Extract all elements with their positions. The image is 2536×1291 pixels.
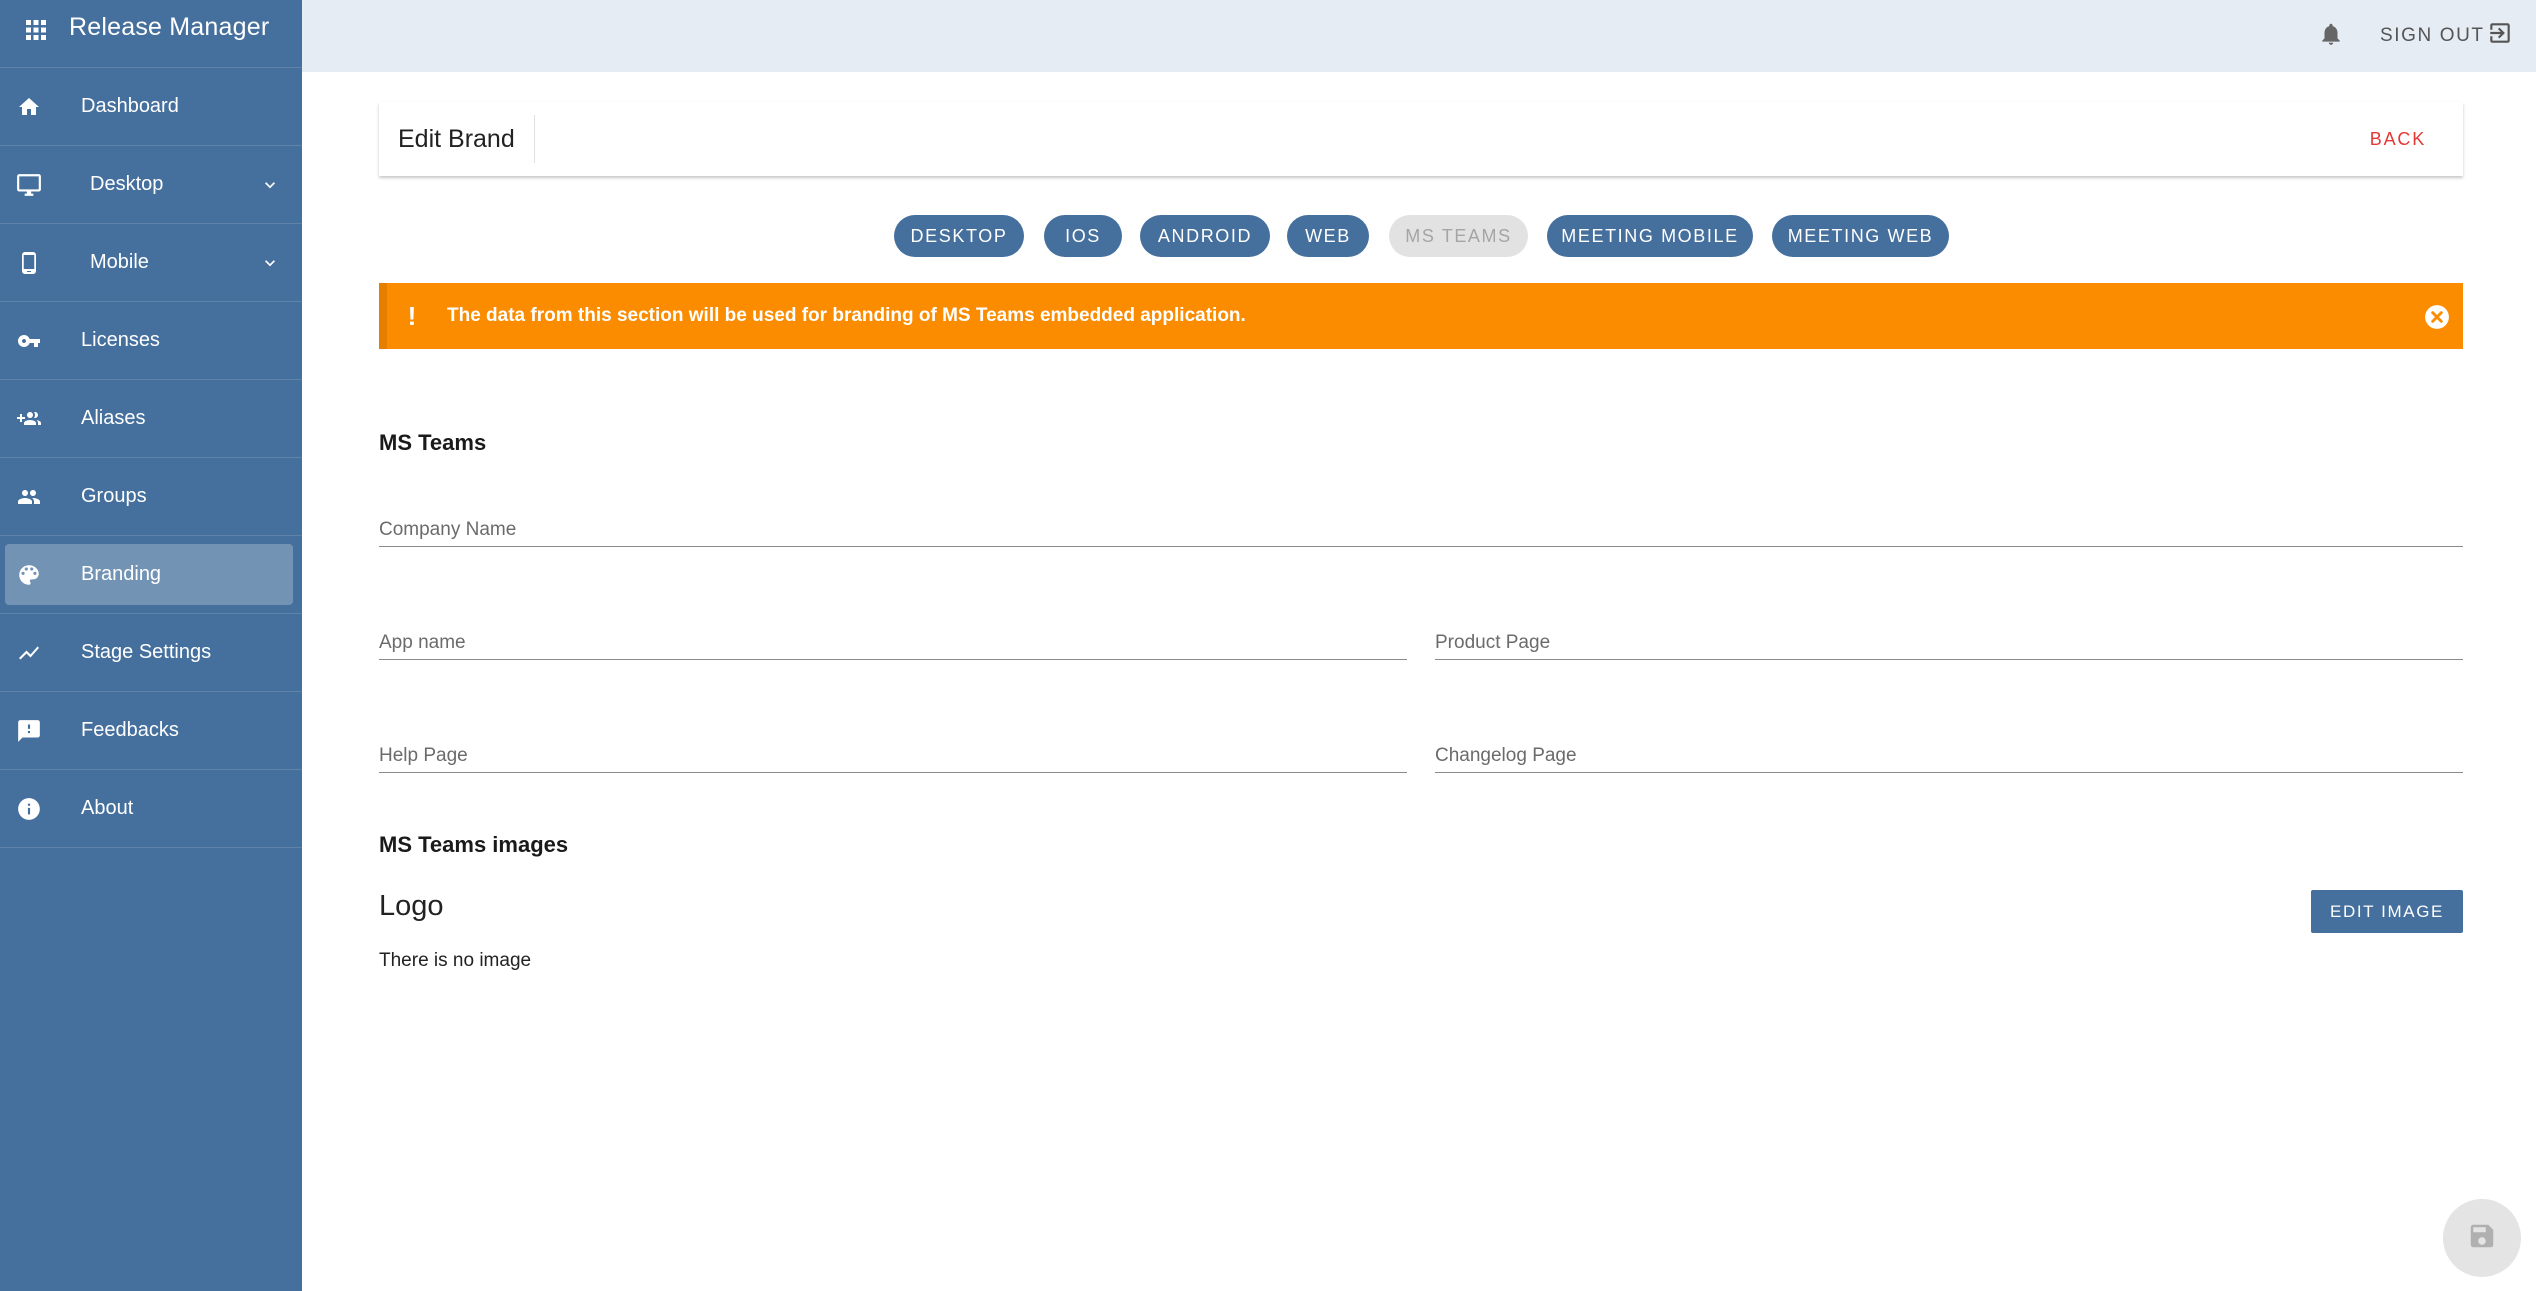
logo-label: Logo — [379, 890, 444, 922]
feedback-icon — [0, 718, 58, 744]
tab-meeting-mobile[interactable]: MEETING MOBILE — [1547, 215, 1753, 257]
trending-icon — [0, 641, 58, 665]
changelog-page-field — [1435, 725, 2463, 773]
save-button[interactable] — [2443, 1199, 2521, 1277]
sidebar-item-about[interactable]: About — [0, 770, 302, 848]
top-bar — [302, 0, 2536, 72]
apps-grid-icon[interactable] — [0, 13, 72, 40]
sidebar-item-desktop[interactable]: Desktop — [0, 146, 302, 224]
sidebar-item-dashboard[interactable]: Dashboard — [0, 68, 302, 146]
chevron-down-icon[interactable] — [260, 175, 280, 200]
sidebar-item-stage-settings[interactable]: Stage Settings — [0, 614, 302, 692]
sidebar-item-mobile[interactable]: Mobile — [0, 224, 302, 302]
company-name-input[interactable] — [379, 499, 2463, 546]
tab-web[interactable]: WEB — [1287, 215, 1369, 257]
tab-desktop[interactable]: DESKTOP — [894, 215, 1024, 257]
chevron-down-icon[interactable] — [260, 253, 280, 278]
bell-icon[interactable] — [2318, 20, 2344, 53]
sidebar: Release Manager Dashboard Desktop Mobile… — [0, 0, 302, 1291]
app-title: Release Manager — [69, 13, 270, 41]
alert-message: The data from this section will be used … — [447, 305, 1246, 326]
sign-out-button[interactable]: SIGN OUT — [2380, 20, 2513, 52]
sign-out-label: SIGN OUT — [2380, 25, 2485, 46]
section-title-ms-teams: MS Teams — [379, 430, 487, 455]
people-icon — [0, 485, 58, 509]
sidebar-item-aliases[interactable]: Aliases — [0, 380, 302, 458]
info-alert: ! The data from this section will be use… — [379, 283, 2463, 349]
help-page-input[interactable] — [379, 725, 1407, 772]
sidebar-item-label: Groups — [81, 485, 147, 507]
home-icon — [0, 95, 58, 119]
sidebar-item-label: Feedbacks — [81, 719, 179, 741]
save-icon — [2467, 1221, 2497, 1256]
monitor-icon — [0, 172, 58, 198]
tab-android[interactable]: ANDROID — [1140, 215, 1270, 257]
edit-brand-header: Edit Brand BACK — [379, 102, 2463, 176]
sidebar-item-label: Dashboard — [81, 95, 179, 117]
product-page-input[interactable] — [1435, 612, 2463, 659]
edit-image-button[interactable]: EDIT IMAGE — [2311, 890, 2463, 933]
exclamation-icon: ! — [407, 300, 417, 331]
section-title-ms-teams-images: MS Teams images — [379, 832, 569, 857]
phone-icon — [0, 249, 58, 277]
close-icon[interactable] — [2424, 304, 2450, 335]
sidebar-item-label: Desktop — [90, 173, 164, 195]
app-name-input[interactable] — [379, 612, 1407, 659]
help-page-field — [379, 725, 1407, 773]
sidebar-item-label: Branding — [81, 563, 162, 585]
key-icon — [0, 329, 58, 353]
page-title: Edit Brand — [379, 115, 535, 163]
back-button[interactable]: BACK — [2370, 129, 2426, 150]
exit-icon — [2487, 20, 2513, 52]
tab-meeting-web[interactable]: MEETING WEB — [1772, 215, 1949, 257]
sidebar-item-branding[interactable]: Branding — [0, 536, 302, 614]
app-name-field — [379, 612, 1407, 660]
sidebar-item-label: Aliases — [81, 407, 146, 429]
tab-ms-teams[interactable]: MS TEAMS — [1389, 215, 1528, 257]
sidebar-item-label: Licenses — [81, 329, 160, 351]
info-icon — [0, 796, 58, 822]
product-page-field — [1435, 612, 2463, 660]
sidebar-item-licenses[interactable]: Licenses — [0, 302, 302, 380]
tab-ios[interactable]: IOS — [1044, 215, 1122, 257]
group-add-icon — [0, 407, 58, 431]
sidebar-item-label: About — [81, 797, 134, 819]
sidebar-item-label: Mobile — [90, 251, 149, 273]
no-image-text: There is no image — [379, 950, 532, 971]
palette-icon — [0, 562, 58, 588]
company-name-field — [379, 499, 2463, 547]
sidebar-header: Release Manager — [0, 0, 302, 68]
sidebar-item-feedbacks[interactable]: Feedbacks — [0, 692, 302, 770]
sidebar-item-label: Stage Settings — [81, 641, 212, 663]
changelog-page-input[interactable] — [1435, 725, 2463, 772]
sidebar-item-groups[interactable]: Groups — [0, 458, 302, 536]
